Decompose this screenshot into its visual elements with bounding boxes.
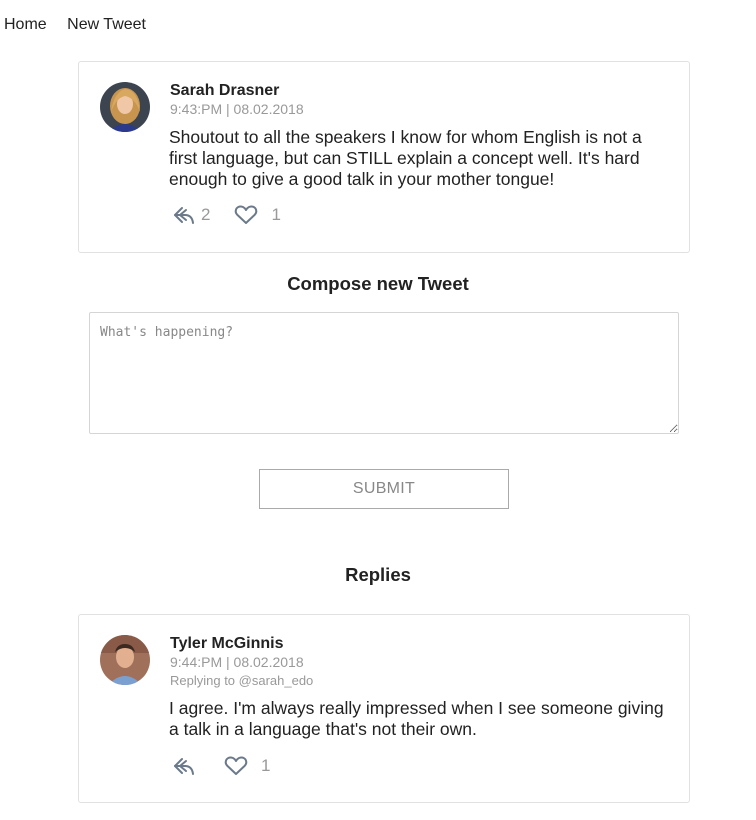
reply-timestamp: 9:44:PM | 08.02.2018 <box>170 654 304 670</box>
nav-new-tweet-link[interactable]: New Tweet <box>67 16 146 33</box>
reply-icon <box>173 756 195 776</box>
avatar[interactable] <box>100 635 150 685</box>
like-count: 1 <box>261 756 271 775</box>
tweet-actions: 2 1 <box>173 205 281 225</box>
submit-button[interactable]: SUBMIT <box>259 469 509 509</box>
like-button[interactable]: 1 <box>234 205 281 225</box>
top-nav: Home New Tweet <box>4 16 162 34</box>
reply-text: I agree. I'm always really impressed whe… <box>169 698 664 739</box>
reply-count: 2 <box>201 205 211 224</box>
tweet-compose-input[interactable] <box>89 312 679 434</box>
heart-icon <box>234 205 258 225</box>
reply-author[interactable]: Tyler McGinnis <box>170 635 284 653</box>
like-count: 1 <box>271 205 281 224</box>
reply-button[interactable] <box>173 756 195 776</box>
heart-icon <box>224 756 248 776</box>
replies-title: Replies <box>345 564 411 585</box>
nav-home-link[interactable]: Home <box>4 16 47 33</box>
reply-actions: 1 <box>173 756 270 776</box>
reply-card: Tyler McGinnis 9:44:PM | 08.02.2018 Repl… <box>78 614 690 803</box>
compose-title: Compose new Tweet <box>287 273 469 294</box>
avatar[interactable] <box>100 82 150 132</box>
tweet-card: Sarah Drasner 9:43:PM | 08.02.2018 Shout… <box>78 61 690 253</box>
replying-to: Replying to @sarah_edo <box>170 673 314 688</box>
tweet-text: Shoutout to all the speakers I know for … <box>169 127 642 189</box>
reply-button[interactable]: 2 <box>173 205 210 225</box>
tweet-author[interactable]: Sarah Drasner <box>170 82 279 100</box>
reply-icon <box>173 205 195 225</box>
like-button[interactable]: 1 <box>224 756 270 776</box>
tweet-timestamp: 9:43:PM | 08.02.2018 <box>170 101 304 117</box>
